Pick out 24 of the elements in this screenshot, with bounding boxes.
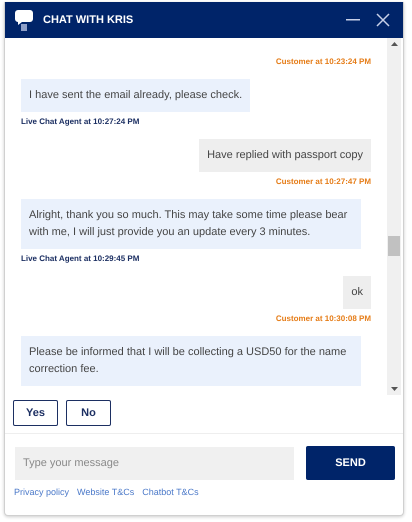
message-timestamp: Customer at 10:30:08 PM (276, 314, 371, 323)
scroll-up-icon[interactable] (390, 42, 398, 46)
chat-title: CHAT WITH KRIS (43, 14, 134, 26)
quick-reply-button[interactable]: No (66, 400, 111, 426)
footer-link[interactable]: Chatbot T&Cs (142, 487, 199, 497)
message-bubble: ok (343, 276, 371, 309)
message-timestamp: Customer at 10:23:24 PM (276, 57, 371, 66)
footer-link[interactable]: Website T&Cs (77, 487, 134, 497)
send-button[interactable]: SEND (306, 446, 395, 480)
message-bubble: I have sent the email already, please check. (21, 79, 250, 112)
message-timestamp: Live Chat Agent at 10:29:45 PM (21, 254, 140, 263)
message-bubble: Please be informed that I will be collecting a USD50 for the name correction fee. (21, 336, 361, 386)
message-bubble: Alright, thank you so much. This may take some time please bear with me, I will just provide you an update every 3 minutes. (21, 199, 361, 249)
message-bubble: Have replied with passport copy (199, 139, 371, 172)
scroll-down-icon[interactable] (390, 387, 398, 391)
quick-reply-button[interactable]: Yes (13, 400, 58, 426)
message-input[interactable]: Type your message (15, 446, 294, 480)
scrollbar[interactable] (387, 38, 401, 395)
message-timestamp: Customer at 10:27:47 PM (276, 177, 371, 186)
close-icon (376, 13, 390, 27)
message-timestamp: Live Chat Agent at 10:27:24 PM (21, 117, 140, 126)
minimize-icon (346, 19, 360, 21)
scrollbar-thumb[interactable] (388, 236, 400, 256)
footer-link[interactable]: Privacy policy (14, 487, 70, 497)
